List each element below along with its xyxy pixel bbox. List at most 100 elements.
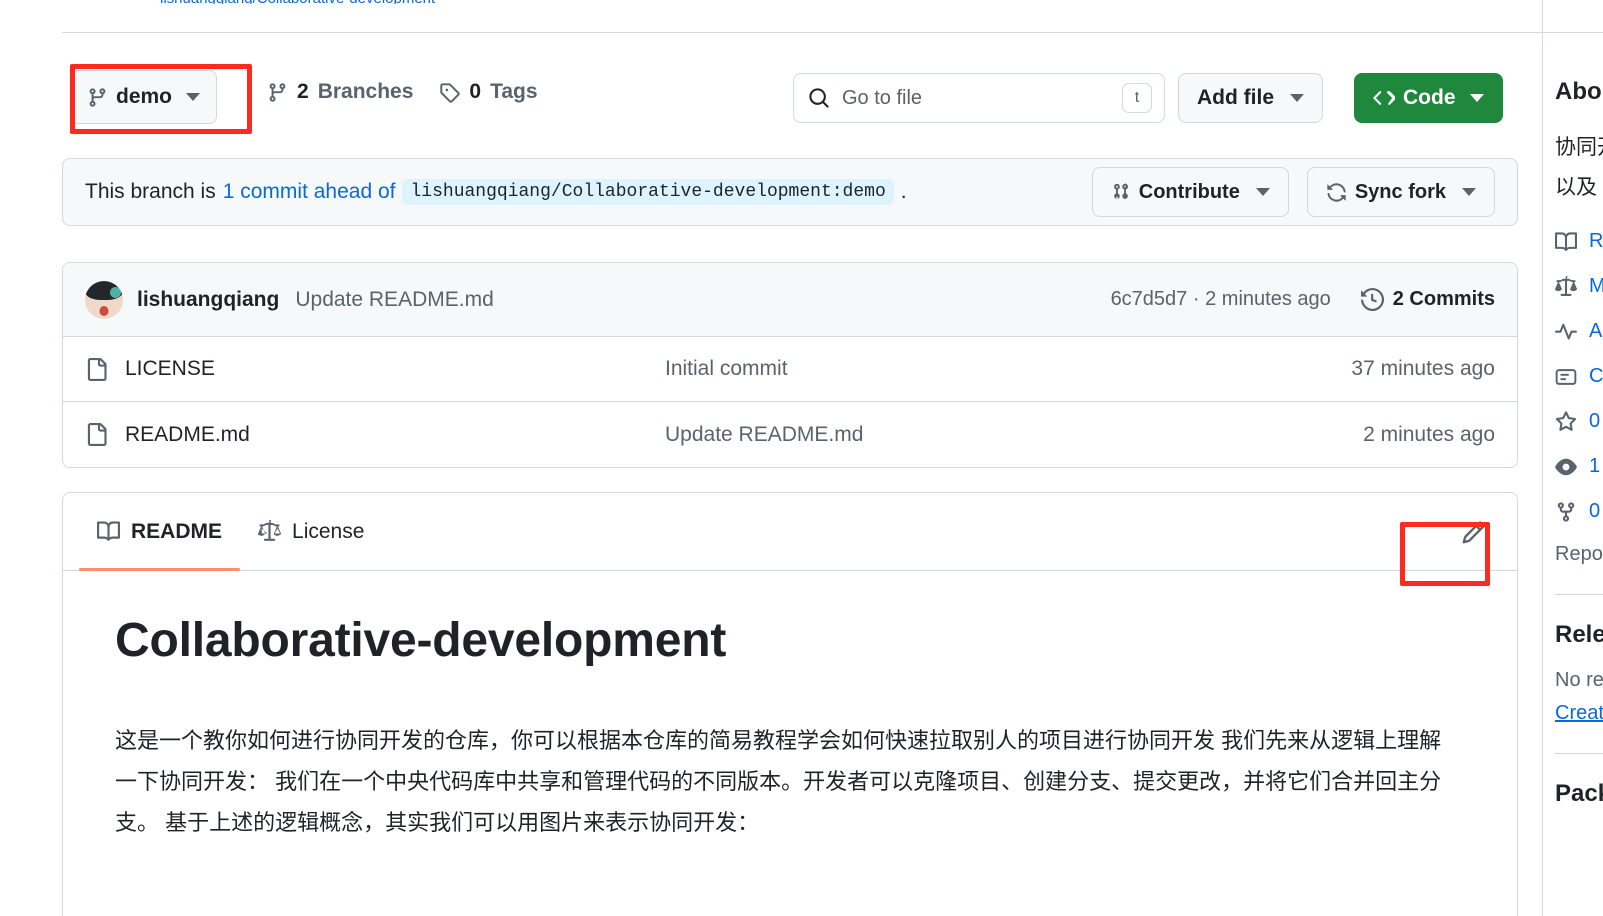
tab-readme[interactable]: README xyxy=(79,493,240,571)
sidebar-item-readme[interactable]: Readme xyxy=(1555,230,1603,253)
repo-refs-links: 2 Branches 0 Tags xyxy=(267,80,538,104)
branch-icon xyxy=(87,87,108,108)
repo-breadcrumb-link[interactable]: lishuangqiang/Collaborative-development xyxy=(160,0,435,4)
releases-empty-note: No releases published xyxy=(1555,669,1603,692)
sidebar-item-stars-label: 0 stars xyxy=(1589,410,1603,433)
readme-paragraph: 这是一个教你如何进行协同开发的仓库，你可以根据本仓库的简易教程学会如何快速拉取别… xyxy=(115,720,1447,843)
code-button[interactable]: Code xyxy=(1354,73,1503,123)
sidebar-item-watching[interactable]: 1 watching xyxy=(1555,455,1603,478)
fork-icon xyxy=(1555,501,1577,523)
sidebar-divider xyxy=(1555,594,1603,595)
releases-heading: Releases xyxy=(1555,621,1603,649)
eye-icon xyxy=(1555,456,1577,478)
file-icon xyxy=(85,423,108,446)
chevron-down-icon xyxy=(186,93,200,101)
file-commit-message[interactable]: Initial commit xyxy=(665,357,1351,381)
sidebar-item-stars[interactable]: 0 stars xyxy=(1555,410,1603,433)
sidebar-item-custom-properties[interactable]: Custom properties xyxy=(1555,365,1603,388)
latest-commit-row: lishuangqiang Update README.md 6c7d5d7 ·… xyxy=(63,263,1517,337)
branch-status-banner: This branch is 1 commit ahead of lishuan… xyxy=(62,158,1518,226)
go-to-file-search[interactable]: Go to file t xyxy=(793,73,1165,123)
table-row[interactable]: README.md Update README.md 2 minutes ago xyxy=(63,402,1517,467)
report-repository-link[interactable]: Report repository xyxy=(1555,543,1603,566)
list-icon xyxy=(1555,366,1577,388)
readme-tabs: README License xyxy=(63,493,1517,571)
branch-selector-wrap: demo xyxy=(70,70,217,124)
sidebar-item-readme-label: Readme xyxy=(1589,230,1603,253)
repo-sidebar: About 协同开发 以及 Readme MIT license Activi xyxy=(1542,0,1603,916)
tags-count: 0 xyxy=(469,80,481,104)
branch-icon xyxy=(267,82,288,103)
history-clock-icon xyxy=(1361,288,1384,311)
edit-readme-button[interactable] xyxy=(1451,511,1495,553)
table-row[interactable]: LICENSE Initial commit 37 minutes ago xyxy=(63,337,1517,402)
github-repo-page: lishuangqiang/Collaborative-development … xyxy=(0,0,1603,916)
commit-meta: 6c7d5d7 · 2 minutes ago 2 Commits xyxy=(1111,288,1495,311)
about-description-line2: 以及 xyxy=(1555,168,1603,208)
star-icon xyxy=(1555,411,1577,433)
sidebar-item-custom-properties-label: Custom properties xyxy=(1589,365,1603,388)
sync-icon xyxy=(1326,182,1347,203)
tab-readme-label: README xyxy=(131,520,222,544)
commit-message-link[interactable]: Update README.md xyxy=(295,288,493,312)
packages-heading: Packages xyxy=(1555,780,1603,808)
file-name-link[interactable]: LICENSE xyxy=(125,357,665,381)
sha-separator: · xyxy=(1193,288,1200,310)
sidebar-item-license[interactable]: MIT license xyxy=(1555,275,1603,298)
search-icon xyxy=(808,87,830,109)
branch-status-actions: Contribute Sync fork xyxy=(1092,167,1495,217)
pull-request-icon xyxy=(1111,182,1131,202)
book-icon xyxy=(97,520,120,543)
base-ref-chip: lishuangqiang/Collaborative-development:… xyxy=(402,179,893,205)
file-name-link[interactable]: README.md xyxy=(125,423,665,447)
commit-sha-and-time[interactable]: 6c7d5d7 · 2 minutes ago xyxy=(1111,288,1331,311)
scale-icon xyxy=(258,520,281,543)
readme-heading: Collaborative-development xyxy=(115,613,1465,682)
commit-author-link[interactable]: lishuangqiang xyxy=(137,288,279,312)
search-shortcut-key: t xyxy=(1122,83,1152,113)
repo-toolbar: demo 2 Branches 0 Tags xyxy=(62,70,1518,126)
contribute-button[interactable]: Contribute xyxy=(1092,167,1289,217)
readme-content: Collaborative-development 这是一个教你如何进行协同开发… xyxy=(63,571,1517,843)
file-commit-message[interactable]: Update README.md xyxy=(665,423,1363,447)
contribute-label: Contribute xyxy=(1139,181,1240,204)
chevron-down-icon xyxy=(1470,94,1484,102)
tab-license[interactable]: License xyxy=(240,493,382,571)
sidebar-item-activity[interactable]: Activity xyxy=(1555,320,1603,343)
pulse-icon xyxy=(1555,321,1577,343)
code-label: Code xyxy=(1403,86,1456,110)
commits-count-label: 2 Commits xyxy=(1393,288,1495,311)
code-brackets-icon xyxy=(1373,87,1395,109)
avatar[interactable] xyxy=(85,281,123,319)
sidebar-item-forks[interactable]: 0 forks xyxy=(1555,500,1603,523)
book-icon xyxy=(1555,231,1577,253)
readme-panel: README License Collaborative-development… xyxy=(62,492,1518,916)
file-commit-time: 37 minutes ago xyxy=(1351,357,1495,381)
branch-name-label: demo xyxy=(116,85,172,109)
branch-selector-button[interactable]: demo xyxy=(70,70,217,124)
sync-fork-button[interactable]: Sync fork xyxy=(1307,167,1495,217)
sidebar-item-license-label: MIT license xyxy=(1589,275,1603,298)
branches-link[interactable]: 2 Branches xyxy=(267,80,413,104)
commits-count-link[interactable]: 2 Commits xyxy=(1361,288,1495,311)
add-file-label: Add file xyxy=(1197,86,1274,110)
sidebar-item-forks-label: 0 forks xyxy=(1589,500,1603,523)
tags-label: Tags xyxy=(490,80,537,104)
repo-file-table: lishuangqiang Update README.md 6c7d5d7 ·… xyxy=(62,262,1518,468)
branches-label: Branches xyxy=(318,80,414,104)
file-commit-time: 2 minutes ago xyxy=(1363,423,1495,447)
commit-sha: 6c7d5d7 xyxy=(1111,288,1188,310)
breadcrumb-link-cutoff[interactable]: lishuangqiang/Collaborative-development xyxy=(160,0,520,4)
create-release-link[interactable]: Create a new release xyxy=(1555,702,1603,725)
add-file-button[interactable]: Add file xyxy=(1178,73,1323,123)
pencil-icon xyxy=(1461,520,1486,545)
header-divider xyxy=(62,32,1603,33)
chevron-down-icon xyxy=(1290,94,1304,102)
tags-link[interactable]: 0 Tags xyxy=(439,80,537,104)
sidebar-divider xyxy=(1555,753,1603,754)
branches-count: 2 xyxy=(297,80,309,104)
status-suffix: . xyxy=(901,180,907,204)
commit-relative-time: 2 minutes ago xyxy=(1205,288,1331,310)
commits-ahead-link[interactable]: 1 commit ahead of xyxy=(223,180,396,204)
sidebar-item-activity-label: Activity xyxy=(1589,320,1603,343)
